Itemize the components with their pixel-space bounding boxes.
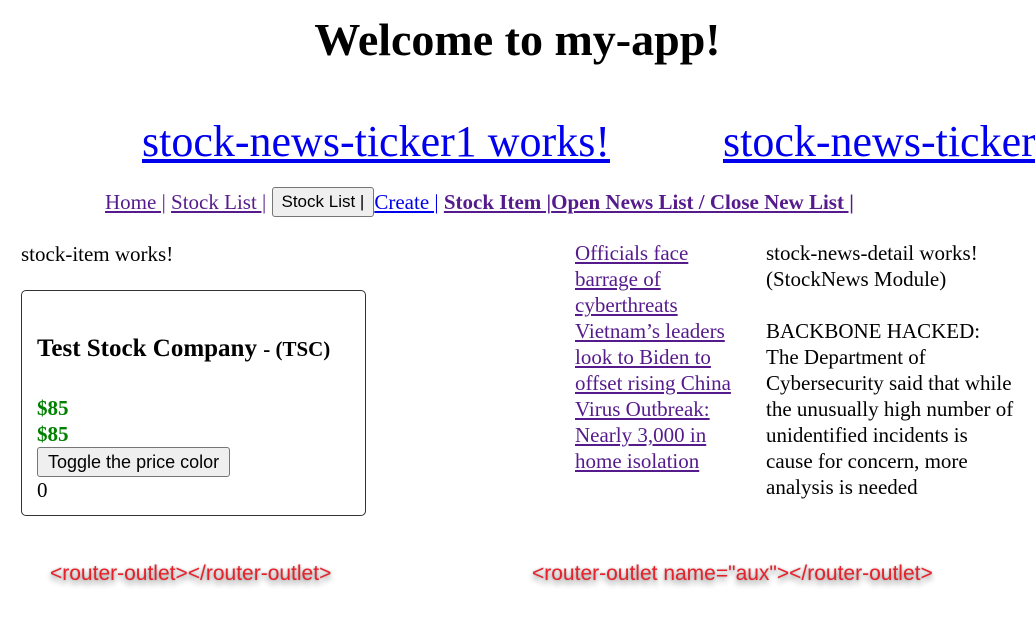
main-nav: Home | Stock List | Stock List | Create |…	[105, 186, 854, 219]
nav-news-toggle-link[interactable]: Open News List / Close New List |	[551, 190, 854, 214]
stock-price: $85	[37, 422, 69, 446]
news-list-item[interactable]: Officials face barrage of cyberthreats	[575, 240, 755, 318]
nav-create-link[interactable]: Create |	[374, 190, 438, 214]
nav-stock-list-link[interactable]: Stock List |	[171, 190, 266, 214]
news-detail-body: BACKBONE HACKED: The Department of Cyber…	[766, 319, 1014, 499]
page-title: Welcome to my-app!	[314, 14, 721, 65]
ticker-item[interactable]: stock-news-ticker1 works!	[723, 112, 1035, 172]
company-heading: Test Stock Company - (TSC)	[37, 333, 330, 365]
counter-value: 0	[37, 478, 48, 502]
news-detail-label: stock-news-detail works!	[766, 241, 978, 265]
news-list-item[interactable]: Vietnam’s leaders look to Biden to offse…	[575, 318, 755, 396]
news-detail-module: (StockNews Module)	[766, 267, 947, 291]
news-ticker: stock-news-ticker1 works! stock-news-tic…	[0, 112, 1035, 174]
news-list-item[interactable]: Virus Outbreak: Nearly 3,000 in home iso…	[575, 396, 755, 474]
stock-card: Test Stock Company - (TSC) $85 $85 Toggl…	[21, 290, 366, 516]
news-detail: stock-news-detail works! (StockNews Modu…	[766, 240, 1016, 500]
router-outlet-aux-annotation: <router-outlet name="aux"></router-outle…	[532, 562, 933, 585]
toggle-price-color-button[interactable]: Toggle the price color	[37, 447, 231, 477]
stock-price: $85	[37, 396, 69, 420]
company-code: - (TSC)	[263, 337, 331, 361]
stock-item-label: stock-item works!	[21, 242, 174, 266]
nav-home-link[interactable]: Home |	[105, 190, 166, 214]
news-list: Officials face barrage of cyberthreats V…	[575, 240, 755, 474]
stock-list-button[interactable]: Stock List |	[271, 187, 375, 218]
router-outlet-annotation: <router-outlet></router-outlet>	[50, 562, 332, 585]
nav-stock-item-link[interactable]: Stock Item |	[444, 190, 551, 214]
company-name: Test Stock Company	[37, 335, 257, 362]
ticker-item[interactable]: stock-news-ticker1 works!	[142, 112, 610, 172]
